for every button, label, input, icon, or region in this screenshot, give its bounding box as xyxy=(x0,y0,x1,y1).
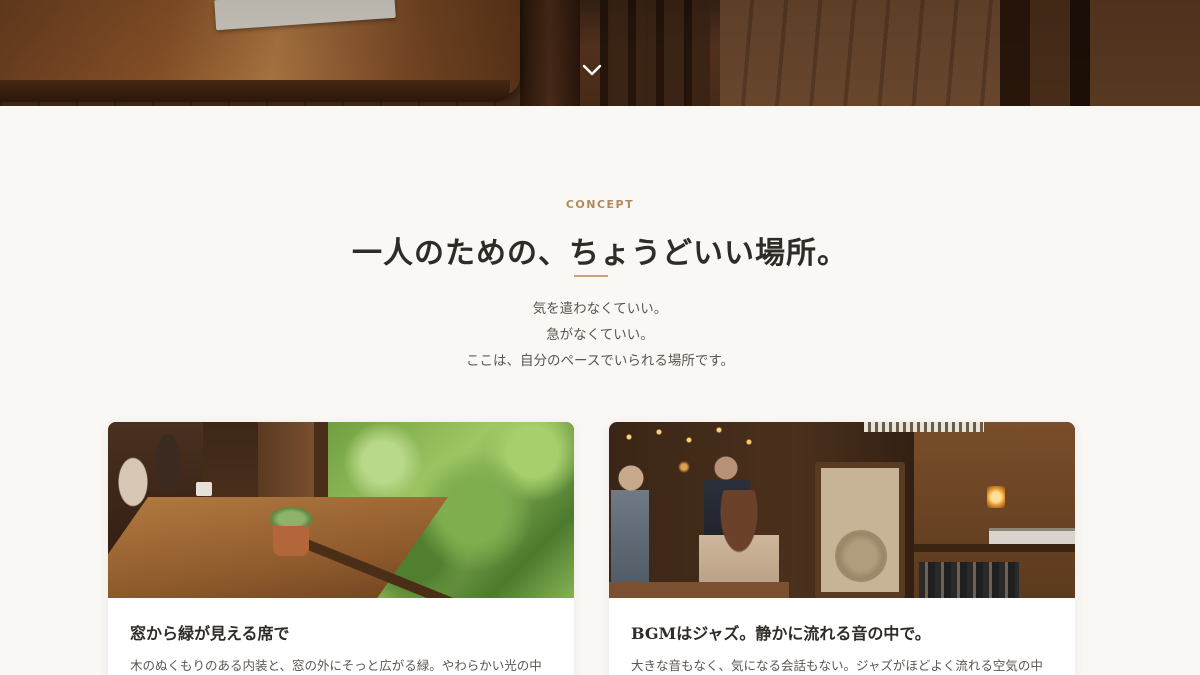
hero-overlay xyxy=(0,0,1200,106)
vinyl-records xyxy=(919,562,1019,598)
section-label: CONCEPT xyxy=(565,198,635,211)
cafe-table xyxy=(609,582,789,598)
section-title: 一人のための、ちょうどいい場所。 xyxy=(352,236,848,271)
feature-card-window-seat[interactable]: 窓から緑が見える席で 木のぬくもりのある内装と、窓の外にそっと広がる緑。やわらか… xyxy=(108,422,574,675)
cafe-patron xyxy=(611,462,649,598)
concept-line: 急がなくていい。 xyxy=(546,327,654,343)
card-text: 木のぬくもりのある内装と、窓の外にそっと広がる緑。やわらかい光の中 xyxy=(130,658,542,673)
feature-card-jazz[interactable]: BGMはジャズ。静かに流れる音の中で。 大きな音もなく、気になる会話もない。ジャ… xyxy=(609,422,1075,675)
shelf-board xyxy=(914,544,1075,552)
card-text: 大きな音もなく、気になる会話もない。ジャズがほどよく流れる空気の中 xyxy=(631,658,1043,673)
title-divider xyxy=(574,275,608,277)
hero-image xyxy=(0,0,1200,106)
chevron-down-icon[interactable] xyxy=(581,62,603,78)
card-title: 窓から緑が見える席で xyxy=(130,624,290,643)
card-title: BGMはジャズ。静かに流れる音の中で。 xyxy=(631,624,931,643)
lamp xyxy=(987,486,1005,508)
shelf-books xyxy=(864,422,984,432)
small-pot xyxy=(196,482,212,496)
concept-line: 気を遣わなくていい。 xyxy=(532,301,668,317)
concept-description: 気を遣わなくていい。 急がなくていい。 ここは、自分のペースでいられる場所です。 xyxy=(0,296,1200,374)
speaker-cone xyxy=(835,530,887,582)
jazz-cafe-photo xyxy=(609,422,1075,598)
plant-pot xyxy=(273,526,309,556)
window-seat-photo xyxy=(108,422,574,598)
concept-line: ここは、自分のペースでいられる場所です。 xyxy=(466,353,734,369)
